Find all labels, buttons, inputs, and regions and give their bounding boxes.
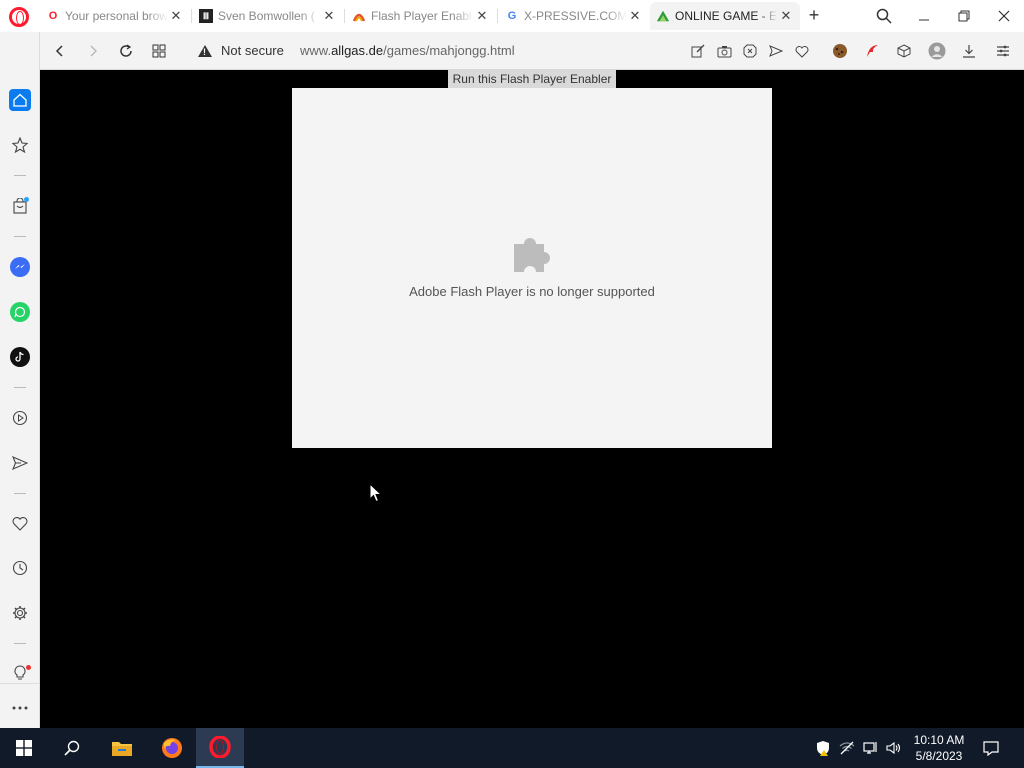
profile-avatar-icon[interactable]	[926, 40, 948, 62]
flash-plugin-placeholder[interactable]: Adobe Flash Player is no longer supporte…	[292, 88, 772, 448]
my-flow-icon[interactable]	[9, 452, 31, 474]
edit-icon[interactable]	[687, 40, 709, 62]
forward-button[interactable]	[82, 40, 104, 62]
mouse-cursor-icon	[369, 483, 383, 503]
security-label: Not secure	[221, 43, 284, 58]
easy-setup-menu-icon[interactable]	[992, 40, 1014, 62]
sidebar-divider	[14, 175, 26, 176]
tab-grid-icon[interactable]	[148, 40, 170, 62]
opera-icon: O	[48, 10, 58, 22]
firefox-icon[interactable]	[148, 728, 196, 768]
sidebar-divider	[14, 236, 26, 237]
tab-your-personal-browser[interactable]: O Your personal brow ✕	[40, 2, 190, 30]
tab-flash-player-enabler[interactable]: Flash Player Enabl ✕	[346, 2, 496, 30]
google-icon: G	[507, 10, 517, 22]
plugin-message: Adobe Flash Player is no longer supporte…	[409, 284, 655, 299]
opera-taskbar-icon[interactable]	[196, 728, 244, 768]
sidebar-divider	[14, 643, 26, 644]
address-bar: Not secure www.allgas.de/games/mahjongg.…	[40, 32, 1024, 70]
close-icon[interactable]: ✕	[474, 8, 490, 24]
history-clock-icon[interactable]	[9, 557, 31, 579]
reload-button[interactable]	[115, 40, 137, 62]
security-indicator[interactable]: Not secure	[198, 43, 284, 58]
notification-dot	[26, 665, 31, 670]
tab-search-icon[interactable]	[872, 4, 896, 28]
close-icon[interactable]: ✕	[168, 8, 184, 24]
run-flash-enabler-button[interactable]: Run this Flash Player Enabler	[448, 70, 616, 88]
url-host: allgas.de	[331, 43, 384, 58]
tab-divider	[344, 9, 345, 23]
tab-online-game[interactable]: ONLINE GAME - E ✕	[650, 2, 800, 30]
network-monitor-icon[interactable]	[863, 740, 879, 756]
security-shield-tray-icon[interactable]	[815, 740, 831, 756]
tab-sven-bomwollen[interactable]: Ⅲ Sven Bomwollen ( ✕	[193, 2, 343, 30]
tab-x-pressive[interactable]: G X-PRESSIVE.COM ✕	[499, 2, 649, 30]
minimize-button[interactable]	[912, 4, 936, 28]
camera-icon[interactable]	[713, 40, 735, 62]
heart-icon[interactable]	[791, 40, 813, 62]
taskbar: 10:10 AM 5/8/2023	[0, 728, 1024, 768]
opera-menu-icon[interactable]	[9, 7, 29, 27]
screen: O Your personal brow ✕ Ⅲ Sven Bomwollen …	[0, 0, 1024, 768]
taskbar-search-icon[interactable]	[48, 728, 96, 768]
more-icon[interactable]	[9, 697, 31, 719]
player-icon[interactable]	[9, 407, 31, 429]
home-icon[interactable]	[9, 89, 31, 111]
messenger-icon[interactable]	[10, 257, 30, 277]
tab-title: Sven Bomwollen (	[218, 9, 315, 23]
close-icon[interactable]: ✕	[778, 8, 794, 24]
send-icon[interactable]	[765, 40, 787, 62]
warning-icon	[198, 44, 212, 57]
url-field[interactable]: www.allgas.de/games/mahjongg.html	[300, 43, 515, 58]
tiktok-icon[interactable]	[10, 347, 30, 367]
settings-gear-icon[interactable]	[9, 602, 31, 624]
speed-dial-icon[interactable]	[9, 134, 31, 156]
clock-time: 10:10 AM	[913, 733, 965, 747]
flash-enabler-extension-icon[interactable]	[861, 40, 883, 62]
tab-divider	[191, 9, 192, 23]
network-disconnected-icon[interactable]	[839, 740, 855, 756]
back-button[interactable]	[49, 40, 71, 62]
cookie-icon[interactable]	[829, 40, 851, 62]
notifications-icon[interactable]	[983, 740, 999, 756]
bookmarks-heart-icon[interactable]	[9, 512, 31, 534]
whatsapp-icon[interactable]	[10, 302, 30, 322]
start-windows-icon[interactable]	[0, 728, 48, 768]
close-icon[interactable]: ✕	[627, 8, 643, 24]
tab-title: ONLINE GAME - E	[675, 9, 778, 23]
game-icon	[656, 9, 670, 23]
sidebar-divider	[0, 683, 40, 684]
close-window-button[interactable]	[992, 4, 1016, 28]
tab-strip: O Your personal brow ✕ Ⅲ Sven Bomwollen …	[0, 0, 1024, 32]
extensions-cube-icon[interactable]	[893, 40, 915, 62]
sidebar-divider	[14, 493, 26, 494]
tab-title: X-PRESSIVE.COM	[524, 9, 627, 23]
restore-button[interactable]	[952, 4, 976, 28]
museum-icon: Ⅲ	[199, 9, 213, 23]
system-clock[interactable]: 10:10 AM 5/8/2023	[906, 732, 972, 764]
clock-date: 5/8/2023	[915, 749, 963, 763]
url-prefix: www.	[300, 43, 332, 58]
volume-speaker-icon[interactable]	[886, 740, 902, 756]
sidebar-divider	[14, 387, 26, 388]
new-tab-button[interactable]: +	[804, 5, 824, 25]
file-explorer-icon[interactable]	[98, 728, 146, 768]
puzzle-plugin-icon	[514, 238, 550, 272]
download-icon[interactable]	[958, 40, 980, 62]
url-path: /games/mahjongg.html	[383, 43, 515, 58]
tab-title: Flash Player Enabl	[371, 9, 472, 23]
adblock-icon[interactable]	[739, 40, 761, 62]
sidebar	[0, 32, 40, 728]
notification-dot	[24, 197, 29, 202]
close-icon[interactable]: ✕	[321, 8, 337, 24]
tab-divider	[497, 9, 498, 23]
tab-title: Your personal brow	[65, 9, 168, 23]
flash-icon	[352, 9, 366, 23]
